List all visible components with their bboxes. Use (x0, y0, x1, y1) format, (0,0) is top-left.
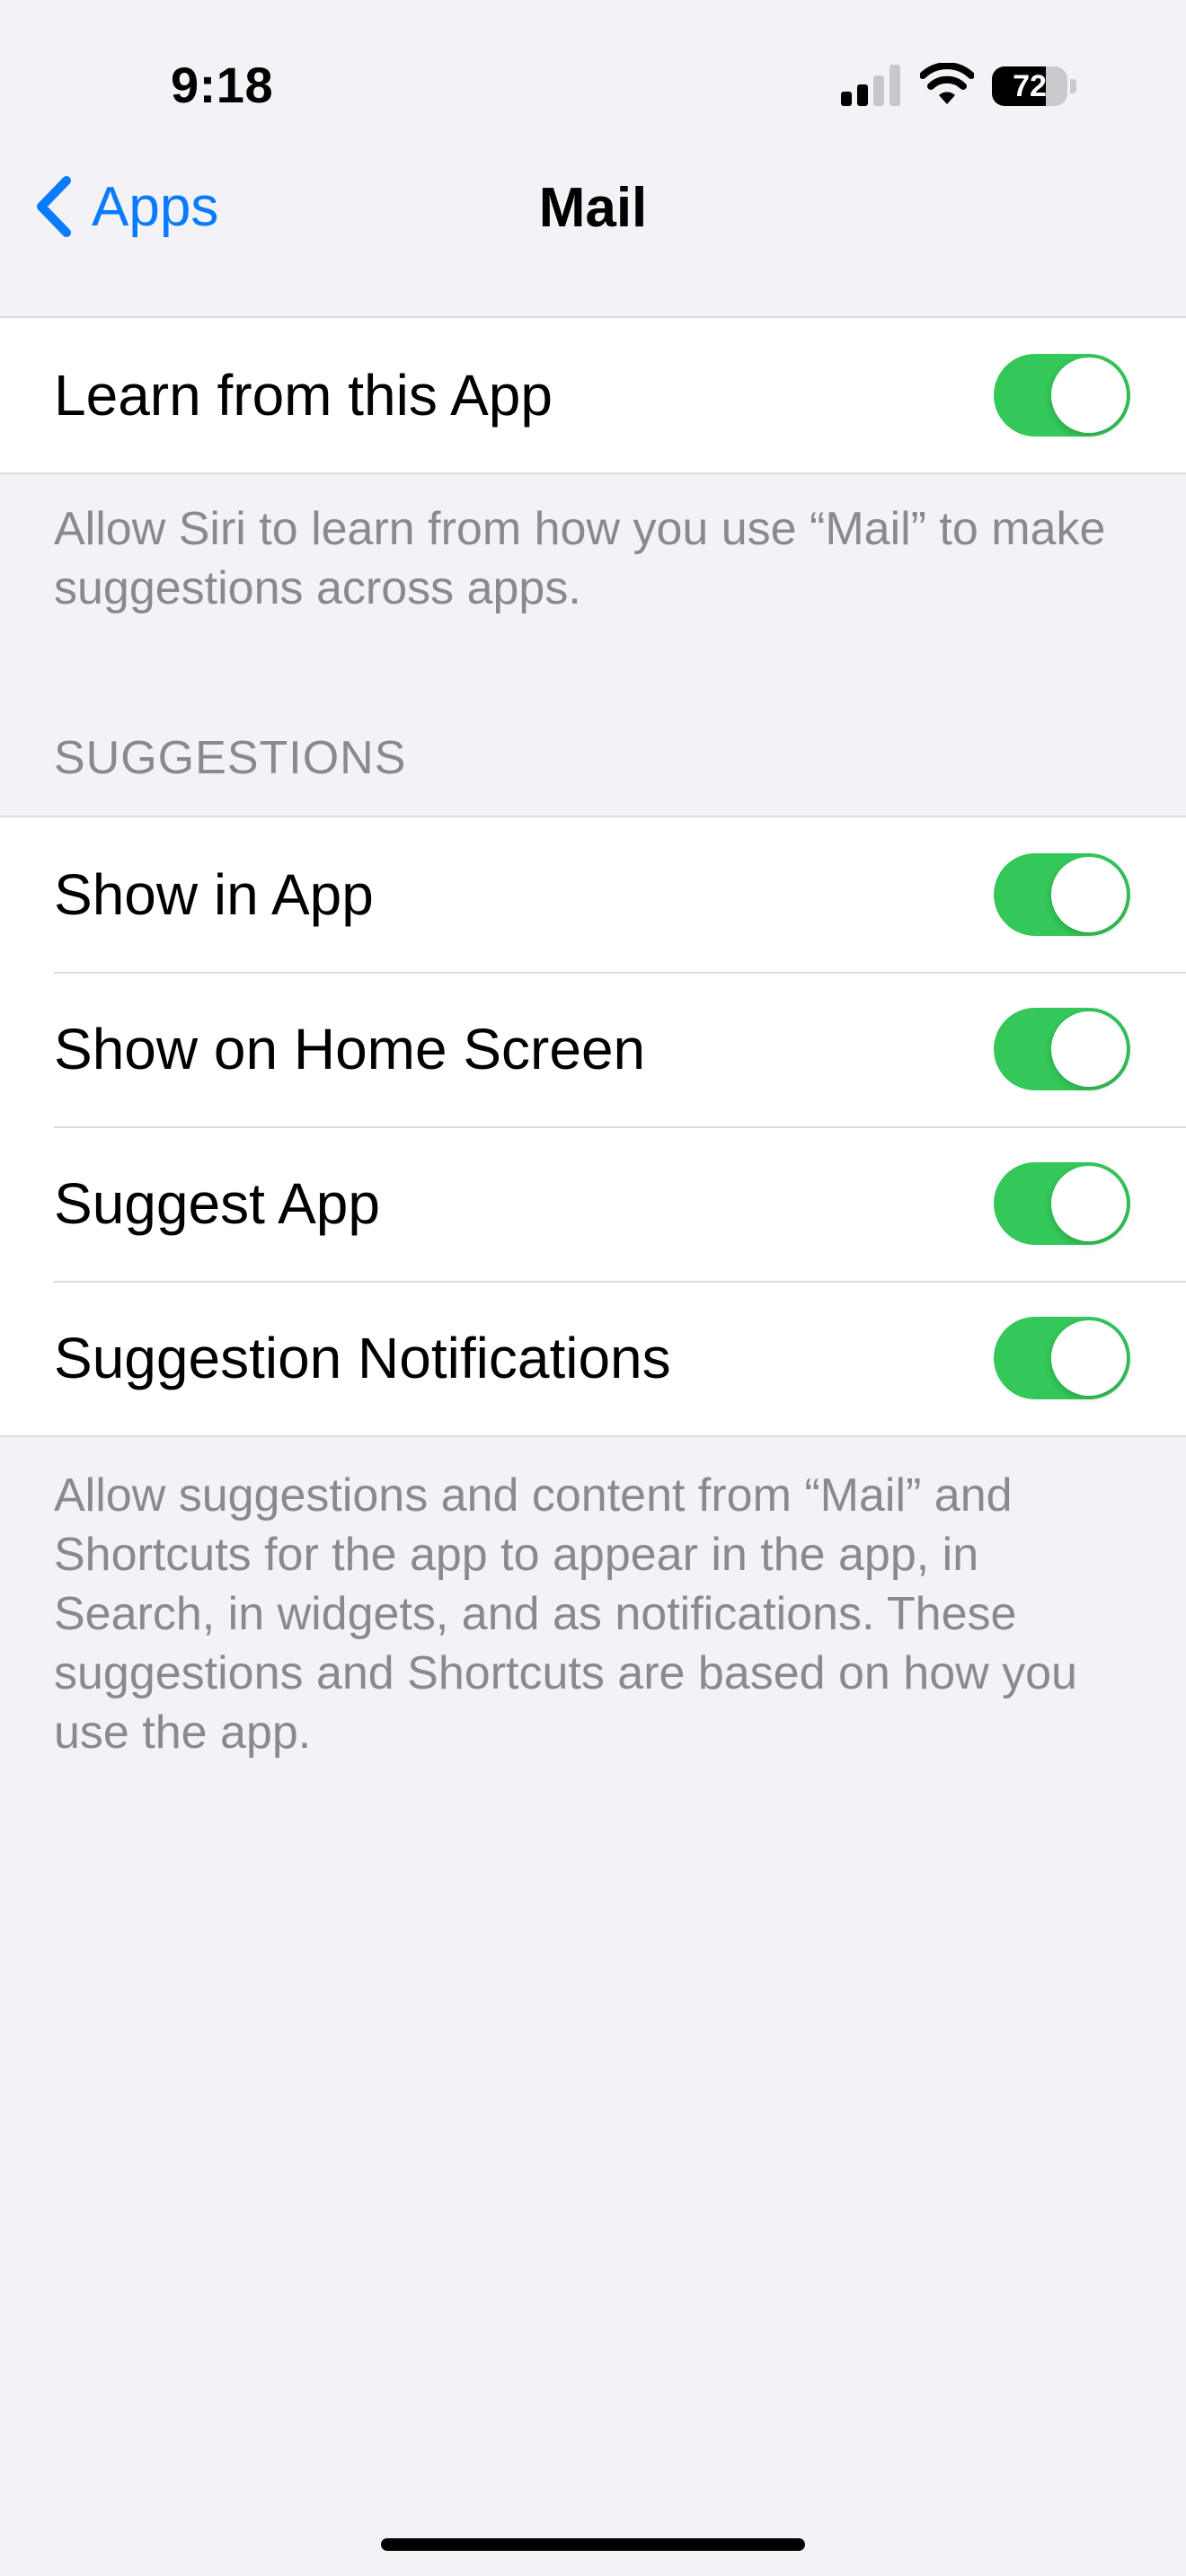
row-show-in-app: Show in App (0, 817, 1186, 972)
suggestions-group: Show in App Show on Home Screen Suggest … (0, 816, 1186, 1437)
learn-footer: Allow Siri to learn from how you use “Ma… (54, 503, 1106, 614)
row-show-on-home-screen: Show on Home Screen (0, 972, 1186, 1126)
home-indicator (381, 2538, 805, 2551)
show-in-app-toggle[interactable] (994, 853, 1130, 936)
row-label: Suggestion Notifications (54, 1326, 671, 1390)
status-time: 9:18 (171, 57, 274, 113)
suggest-app-toggle[interactable] (994, 1162, 1130, 1245)
row-suggest-app: Suggest App (0, 1126, 1186, 1281)
suggestions-footer: Allow suggestions and content from “Mail… (54, 1469, 1077, 1759)
battery-level: 72 (1013, 69, 1047, 103)
suggestion-notifications-toggle[interactable] (994, 1317, 1130, 1399)
signal-icon (841, 65, 900, 106)
row-label: Show in App (54, 862, 374, 927)
row-learn-from-app: Learn from this App (0, 318, 1186, 472)
page-title: Mail (538, 177, 648, 239)
toggle-knob (1051, 1011, 1127, 1087)
toggle-knob (1051, 857, 1127, 932)
toggle-knob (1051, 357, 1127, 433)
row-label: Learn from this App (54, 363, 553, 428)
learn-from-app-toggle[interactable] (994, 354, 1130, 437)
row-label: Show on Home Screen (54, 1017, 646, 1081)
row-suggestion-notifications: Suggestion Notifications (0, 1281, 1186, 1435)
section-header-suggestions: SUGGESTIONS (54, 732, 407, 784)
battery-icon: 72 (992, 66, 1076, 106)
toggle-knob (1051, 1320, 1127, 1396)
row-label: Suggest App (54, 1171, 380, 1236)
toggle-knob (1051, 1166, 1127, 1241)
learn-group: Learn from this App (0, 316, 1186, 474)
wifi-icon (920, 63, 974, 104)
show-on-home-screen-toggle[interactable] (994, 1008, 1130, 1090)
